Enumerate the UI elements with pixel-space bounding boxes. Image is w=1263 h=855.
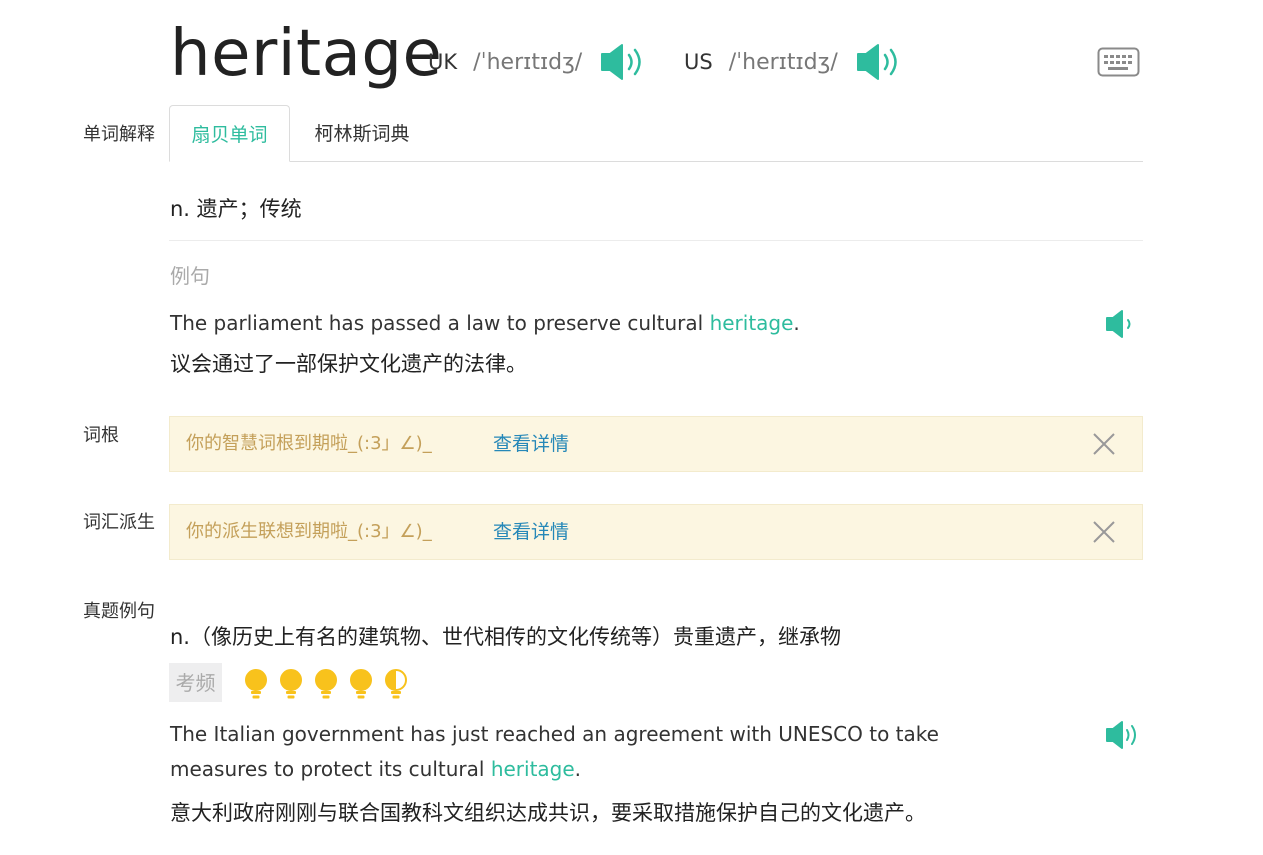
section-label-definition: 单词解释 xyxy=(83,124,155,145)
speaker-us-icon[interactable] xyxy=(856,43,902,81)
derivation-details-link[interactable]: 查看详情 xyxy=(493,505,569,559)
frequency-label: 考频 xyxy=(169,663,222,702)
pronunciation-uk: UK /ˈherɪtɪdʒ/ xyxy=(428,44,646,80)
ipa-us: /ˈherɪtɪdʒ/ xyxy=(728,49,838,75)
root-notice: 你的智慧词根到期啦_(:3」∠)_ 查看详情 xyxy=(169,416,1143,472)
ipa-uk: /ˈherɪtɪdʒ/ xyxy=(473,49,583,75)
example-speaker-icon[interactable] xyxy=(1105,309,1137,343)
example-sentence-en: The parliament has passed a law to prese… xyxy=(170,311,800,335)
bulb-full-icon xyxy=(315,669,337,699)
derivation-notice-message: 你的派生联想到期啦_(:3」∠)_ xyxy=(186,521,432,542)
frequency-rating xyxy=(243,668,409,700)
keyboard-icon[interactable] xyxy=(1097,47,1140,81)
root-close-icon[interactable] xyxy=(1092,432,1116,456)
section-label-derivation: 词汇派生 xyxy=(83,512,155,533)
divider xyxy=(169,240,1143,241)
example-sentence-zh: 议会通过了一部保护文化遗产的法律。 xyxy=(170,352,527,376)
highlighted-word: heritage xyxy=(709,311,794,335)
region-label-us: US xyxy=(684,50,713,74)
bulb-full-icon xyxy=(245,669,267,699)
derivation-notice: 你的派生联想到期啦_(:3」∠)_ 查看详情 xyxy=(169,504,1143,560)
example-label: 例句 xyxy=(170,264,210,288)
exam-sentence-en-line1: The Italian government has just reached … xyxy=(170,722,939,746)
bulb-half-icon xyxy=(385,669,407,699)
section-label-exam-examples: 真题例句 xyxy=(83,601,155,622)
word-title: heritage xyxy=(170,17,443,91)
exam-speaker-icon[interactable] xyxy=(1105,720,1139,754)
speaker-uk-icon[interactable] xyxy=(600,43,646,81)
bulb-full-icon xyxy=(280,669,302,699)
root-details-link[interactable]: 查看详情 xyxy=(493,417,569,471)
definition-text: n. 遗产；传统 xyxy=(170,197,302,221)
tab-shanbay[interactable]: 扇贝单词 xyxy=(169,105,290,162)
derivation-close-icon[interactable] xyxy=(1092,520,1116,544)
exam-highlighted-word: heritage xyxy=(490,757,575,781)
bulb-full-icon xyxy=(350,669,372,699)
section-label-root: 词根 xyxy=(83,425,119,446)
exam-definition: n.（像历史上有名的建筑物、世代相传的文化传统等）贵重遗产，继承物 xyxy=(170,625,841,649)
region-label-uk: UK xyxy=(428,50,458,74)
exam-sentence-en-line2: measures to protect its cultural heritag… xyxy=(170,757,582,781)
root-notice-message: 你的智慧词根到期啦_(:3」∠)_ xyxy=(186,433,432,454)
dictionary-tabs: 扇贝单词 柯林斯词典 xyxy=(169,105,1143,162)
tab-collins[interactable]: 柯林斯词典 xyxy=(290,105,434,161)
exam-sentence-zh: 意大利政府刚刚与联合国教科文组织达成共识，要采取措施保护自己的文化遗产。 xyxy=(170,801,926,825)
pronunciation-us: US /ˈherɪtɪdʒ/ xyxy=(684,44,902,80)
